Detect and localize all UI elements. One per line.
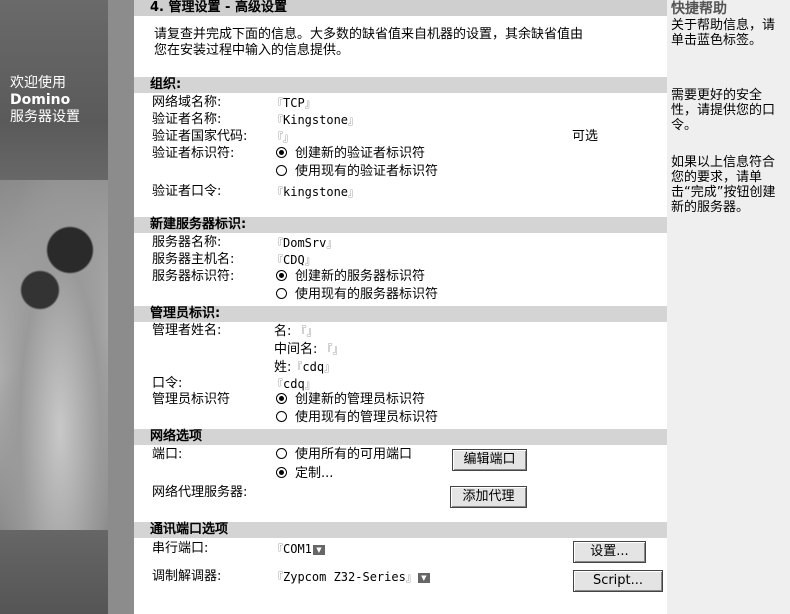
dropdown-arrow-icon[interactable]: ▼	[312, 544, 325, 555]
proxy-label: 网络代理服务器:	[152, 485, 248, 500]
modem-label: 调制解调器:	[152, 569, 222, 584]
welcome-line-1: 欢迎使用	[10, 75, 66, 91]
server-header: 新建服务器标识:	[134, 217, 667, 233]
serial-port-label: 串行端口:	[152, 541, 209, 556]
intro-line-1: 请复查并完成下面的信息。大多数的缺省值来自机器的设置，其余缺省值由	[154, 27, 584, 42]
admin-middle-name-field[interactable]: 中间名: 『』	[274, 341, 344, 358]
admin-password-label: 口令:	[152, 376, 183, 391]
left-stripe	[108, 0, 134, 614]
admin-last-name-field[interactable]: 姓:『cdq』	[274, 359, 335, 376]
certifier-field[interactable]: 『Kingstone』	[272, 112, 359, 129]
decorative-image	[0, 180, 108, 530]
add-proxy-button[interactable]: 添加代理	[450, 486, 527, 508]
certifier-id-existing-radio[interactable]: 使用现有的验证者标识符	[276, 164, 438, 180]
admin-header: 管理员标识:	[134, 306, 667, 322]
radio-empty-icon	[276, 448, 287, 459]
server-id-new-radio[interactable]: 创建新的服务器标识符	[276, 269, 425, 285]
port-custom-radio[interactable]: 定制...	[276, 466, 333, 482]
server-name-field[interactable]: 『DomSrv』	[272, 235, 337, 252]
radio-selected-icon	[276, 270, 287, 281]
server-host-label: 服务器主机名:	[152, 252, 235, 267]
main-panel: 4. 管理设置 - 高级设置 请复查并完成下面的信息。大多数的缺省值来自机器的设…	[134, 0, 667, 614]
port-label: 端口:	[152, 447, 183, 462]
serial-port-select[interactable]: 『COM1 ▼	[272, 541, 325, 558]
quick-help-panel: 快捷帮助 关于帮助信息，请单击蓝色标签。 需要更好的安全性，请提供您的口令。 如…	[667, 0, 790, 614]
radio-selected-icon	[276, 467, 287, 478]
country-field[interactable]: 『』	[272, 129, 294, 146]
welcome-line-2: Domino	[10, 92, 71, 108]
edit-ports-button[interactable]: 编辑端口	[452, 449, 527, 471]
port-all-radio[interactable]: 使用所有的可用端口	[276, 447, 412, 463]
admin-first-name-field[interactable]: 名: 『』	[274, 323, 318, 340]
server-name-label: 服务器名称:	[152, 235, 222, 250]
certifier-password-field[interactable]: 『kingstone』	[272, 184, 359, 201]
left-decor-panel: 欢迎使用 Domino 服务器设置	[0, 0, 108, 614]
certifier-label: 验证者名称:	[152, 112, 222, 127]
radio-selected-icon	[276, 147, 287, 158]
admin-password-field[interactable]: 『cdq』	[272, 376, 316, 393]
comm-header: 通讯端口选项	[134, 522, 667, 538]
domain-label: 网络域名称:	[152, 95, 222, 110]
help-paragraph-2: 需要更好的安全性，请提供您的口令。	[671, 88, 776, 133]
page-title: 4. 管理设置 - 高级设置	[134, 0, 667, 16]
server-id-label: 服务器标识符:	[152, 269, 235, 284]
admin-id-new-radio[interactable]: 创建新的管理员标识符	[276, 392, 425, 408]
welcome-text: 欢迎使用 Domino 服务器设置	[10, 75, 80, 126]
server-host-field[interactable]: 『CDQ』	[272, 252, 316, 269]
server-id-existing-radio[interactable]: 使用现有的服务器标识符	[276, 287, 438, 303]
certifier-id-new-radio[interactable]: 创建新的验证者标识符	[276, 146, 425, 162]
admin-id-label: 管理员标识符	[152, 392, 231, 407]
help-paragraph-1: 关于帮助信息，请单击蓝色标签。	[671, 18, 776, 48]
welcome-line-3: 服务器设置	[10, 109, 80, 125]
certifier-password-label: 验证者口令:	[152, 184, 222, 199]
certifier-id-label: 验证者标识符:	[152, 146, 235, 161]
help-paragraph-3: 如果以上信息符合您的要求，请单击“完成”按钮创建新的服务器。	[671, 155, 776, 215]
country-label: 验证者国家代码:	[152, 129, 248, 144]
admin-name-label: 管理者姓名:	[152, 323, 222, 338]
network-header: 网络选项	[134, 429, 667, 445]
intro-line-2: 您在安装过程中输入的信息提供。	[154, 43, 350, 58]
admin-id-existing-radio[interactable]: 使用现有的管理员标识符	[276, 410, 438, 426]
script-button[interactable]: Script...	[573, 570, 663, 592]
modem-select[interactable]: 『Zypcom Z32-Series』 ▼	[272, 569, 430, 586]
dropdown-arrow-icon[interactable]: ▼	[417, 572, 430, 583]
country-optional-note: 可选	[572, 129, 599, 144]
radio-selected-icon	[276, 393, 287, 404]
domain-field[interactable]: 『TCP』	[272, 95, 316, 112]
quick-help-title: 快捷帮助	[671, 1, 727, 17]
org-header: 组织:	[134, 77, 667, 93]
radio-empty-icon	[276, 165, 287, 176]
radio-empty-icon	[276, 288, 287, 299]
serial-settings-button[interactable]: 设置...	[573, 541, 646, 563]
radio-empty-icon	[276, 411, 287, 422]
